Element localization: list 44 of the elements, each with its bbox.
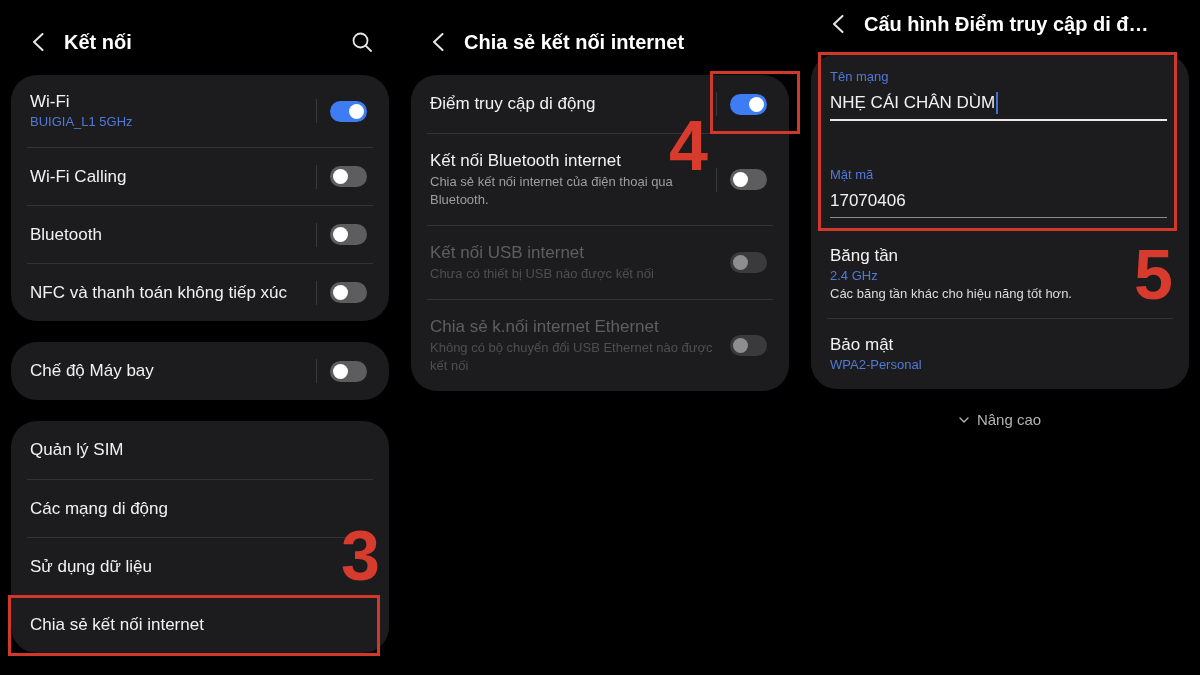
toggle-switch[interactable]	[330, 282, 367, 303]
setting-value: BUIGIA_L1 5GHz	[30, 113, 133, 131]
toggle-switch[interactable]	[330, 166, 367, 187]
toggle-switch[interactable]	[330, 224, 367, 245]
menu-item[interactable]: Quản lý SIM	[30, 439, 124, 461]
screen-title: Chia sẻ kết nối internet	[464, 30, 685, 55]
menu-item[interactable]: Sử dụng dữ liệu	[30, 555, 152, 578]
setting-value: WPA2-Personal	[830, 356, 922, 374]
input-field[interactable]: 17070406	[830, 189, 1167, 218]
field-label: Tên mạng	[830, 68, 890, 86]
setting-description: Chia sẻ kết nối internet của điện thoại qua Bluetooth.	[430, 173, 674, 209]
setting-label: Bảo mật	[830, 334, 894, 356]
setting-label: Wi-Fi Calling	[30, 165, 127, 188]
setting-label: NFC và thanh toán không tiếp xúc	[30, 281, 288, 304]
setting-value: 2.4 GHz	[830, 267, 878, 285]
search-icon[interactable]	[352, 32, 372, 52]
text-cursor-icon	[996, 92, 999, 114]
screen-title: Kết nối	[64, 30, 132, 55]
screen-title: Cấu hình Điểm truy cập di đ…	[864, 12, 1149, 37]
expand-button[interactable]: Nâng cao	[956, 410, 1044, 430]
menu-item[interactable]: Các mạng di động	[30, 497, 168, 520]
input-field[interactable]: NHẸ CÁI CHÂN DÙM	[830, 91, 1167, 121]
setting-description: Các băng tần khác cho hiệu năng tốt hơn.	[830, 285, 1072, 303]
step-number: 4	[669, 120, 708, 173]
setting-label: Kết nối USB internet	[430, 242, 585, 264]
chevron-down-icon	[958, 417, 969, 423]
setting-label: Wi-Fi	[30, 91, 70, 113]
toggle-switch[interactable]	[330, 100, 367, 122]
setting-label: Băng tần	[830, 245, 899, 267]
setting-label: Kết nối Bluetooth internet	[430, 150, 621, 172]
setting-label: Chia sẻ k.nối internet Ethernet	[430, 316, 659, 338]
step-number: 3	[341, 530, 380, 583]
toggle-switch[interactable]	[330, 360, 367, 382]
toggle-switch[interactable]	[730, 93, 767, 115]
setting-label: Bluetooth	[30, 223, 102, 246]
menu-item[interactable]: Chia sẻ kết nối internet	[30, 613, 204, 636]
back-icon[interactable]	[832, 15, 844, 33]
setting-label: Chế độ Máy bay	[30, 360, 154, 382]
back-icon[interactable]	[32, 33, 44, 51]
setting-label: Điểm truy cập di động	[430, 93, 596, 115]
back-icon[interactable]	[432, 33, 444, 51]
step-number: 5	[1134, 249, 1173, 302]
field-label: Mật mã	[830, 166, 875, 184]
toggle-switch[interactable]	[730, 169, 767, 190]
